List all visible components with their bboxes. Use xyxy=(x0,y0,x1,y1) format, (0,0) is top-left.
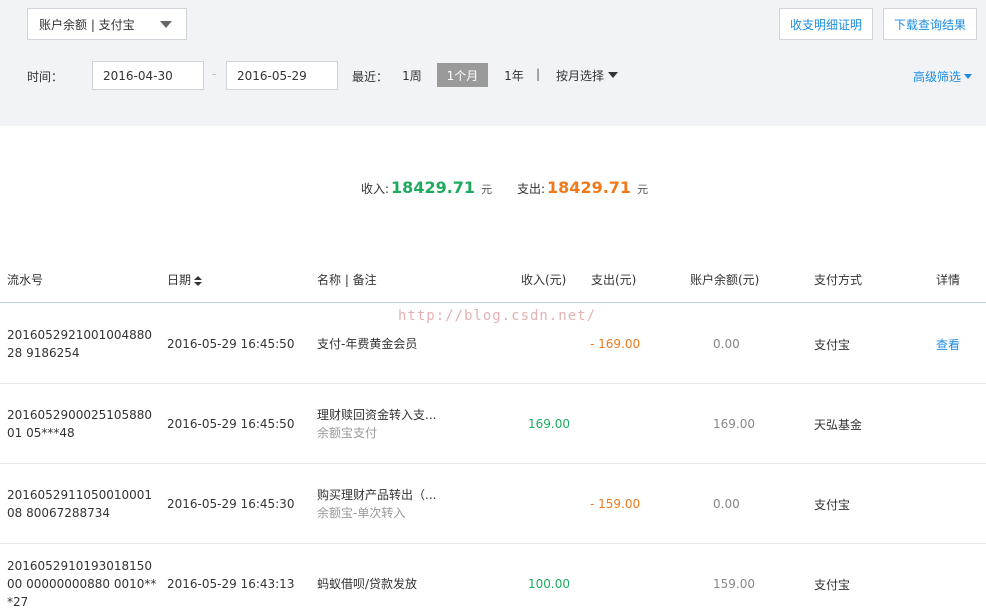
recent-label: 最近： xyxy=(352,70,389,84)
col-header-date-label: 日期 xyxy=(167,273,192,287)
row-name-note: 余额宝-单次转入 xyxy=(317,506,406,520)
row-name: 购买理财产品转出（... 余额宝-单次转入 xyxy=(317,464,436,544)
statement-proof-button[interactable]: 收支明细证明 xyxy=(779,8,873,40)
download-results-button[interactable]: 下载查询结果 xyxy=(883,8,977,40)
row-date: 2016-05-29 16:45:50 xyxy=(167,337,295,351)
row-date: 2016-05-29 16:43:13 xyxy=(167,577,295,591)
row-expense: - 169.00 xyxy=(590,337,641,351)
sort-icon[interactable] xyxy=(194,275,203,286)
income-summary-label: 收入: xyxy=(361,182,390,196)
watermark-text: http://blog.csdn.net/ xyxy=(398,308,597,324)
row-method: 支付宝 xyxy=(814,497,851,512)
row-serial: 201605291105001000108 80067288734 xyxy=(7,488,153,520)
row-name-title: 理财赎回资金转入支... xyxy=(317,408,437,422)
start-date-input[interactable] xyxy=(92,61,204,90)
col-header-detail: 详情 xyxy=(936,273,961,287)
range-divider: | xyxy=(536,67,541,81)
col-header-balance: 账户余额(元) xyxy=(690,273,760,287)
chevron-down-icon xyxy=(160,21,172,28)
col-header-method: 支付方式 xyxy=(814,273,863,287)
row-detail-link[interactable]: 查看 xyxy=(936,304,960,384)
income-summary: 收入: 18429.71 元 xyxy=(361,178,492,197)
by-month-label: 按月选择 xyxy=(556,68,605,83)
expense-unit: 元 xyxy=(637,183,649,196)
row-balance: 159.00 xyxy=(713,577,755,591)
account-select[interactable]: 账户余额 | 支付宝 xyxy=(27,8,187,40)
range-option-week[interactable]: 1周 xyxy=(398,63,426,87)
row-name-title: 支付-年费黄金会员 xyxy=(317,337,418,351)
col-header-date[interactable]: 日期 xyxy=(167,271,203,288)
col-header-name: 名称 | 备注 xyxy=(317,273,377,287)
income-total: 18429.71 xyxy=(391,178,476,197)
row-balance: 169.00 xyxy=(713,417,755,431)
header-divider xyxy=(0,302,986,303)
row-expense: - 159.00 xyxy=(590,497,641,511)
expense-summary: 支出: 18429.71 元 xyxy=(517,178,648,197)
table-row: 201605291019301815000 00000000880 0010**… xyxy=(0,544,986,613)
row-method: 支付宝 xyxy=(814,577,851,592)
row-name: 蚂蚁借呗/贷款发放 xyxy=(317,544,417,613)
row-date: 2016-05-29 16:45:30 xyxy=(167,497,295,511)
row-serial: 201605290002510588001 05***48 xyxy=(7,408,153,440)
range-option-year[interactable]: 1年 xyxy=(500,63,528,87)
by-month-dropdown[interactable]: 按月选择 xyxy=(556,63,619,87)
filter-panel: 账户余额 | 支付宝 收支明细证明 下载查询结果 时间： - 最近： 1周 1个… xyxy=(0,0,986,126)
row-serial: 201605292100100488028 9186254 xyxy=(7,328,153,360)
date-separator: - xyxy=(212,67,217,81)
row-balance: 0.00 xyxy=(713,497,740,511)
row-balance: 0.00 xyxy=(713,337,740,351)
table-row: 201605291105001000108 80067288734 2016-0… xyxy=(0,464,986,544)
expense-summary-label: 支出: xyxy=(517,182,546,196)
table-row: 201605290002510588001 05***48 2016-05-29… xyxy=(0,384,986,464)
col-header-income: 收入(元) xyxy=(521,273,567,287)
advanced-filter-link[interactable]: 高级筛选 xyxy=(913,68,973,85)
range-option-month[interactable]: 1个月 xyxy=(437,63,488,87)
row-name-title: 购买理财产品转出（... xyxy=(317,488,437,502)
advanced-filter-label: 高级筛选 xyxy=(913,70,962,84)
end-date-input[interactable] xyxy=(226,61,338,90)
row-name-note: 余额宝支付 xyxy=(317,426,378,440)
row-date: 2016-05-29 16:45:50 xyxy=(167,417,295,431)
row-name: 理财赎回资金转入支... 余额宝支付 xyxy=(317,384,436,464)
row-serial: 201605291019301815000 00000000880 0010**… xyxy=(7,559,157,609)
row-method: 天弘基金 xyxy=(814,417,863,432)
time-label: 时间： xyxy=(27,70,64,84)
expense-total: 18429.71 xyxy=(547,178,632,197)
caret-down-icon xyxy=(608,72,619,78)
row-income: 169.00 xyxy=(528,417,570,431)
row-income: 100.00 xyxy=(528,577,570,591)
row-name-title: 蚂蚁借呗/贷款发放 xyxy=(317,577,418,591)
account-select-label: 账户余额 | 支付宝 xyxy=(39,17,135,32)
col-header-serial: 流水号 xyxy=(7,273,44,287)
col-header-expense: 支出(元) xyxy=(591,273,637,287)
caret-down-icon xyxy=(964,74,973,79)
income-unit: 元 xyxy=(481,183,493,196)
row-method: 支付宝 xyxy=(814,337,851,352)
